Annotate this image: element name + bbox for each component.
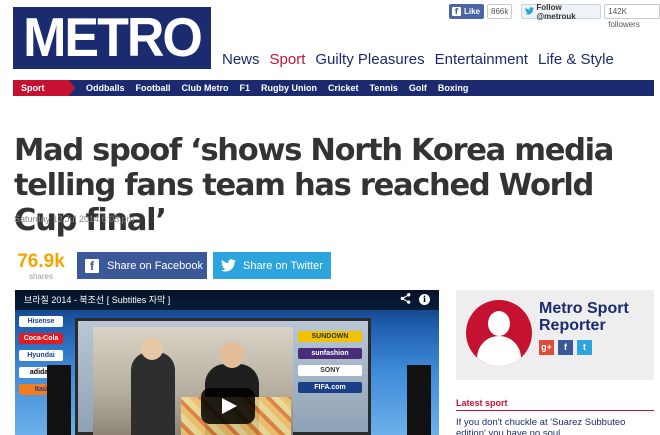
facebook-icon: f xyxy=(452,7,461,16)
subnav-tennis[interactable]: Tennis xyxy=(370,83,398,93)
video-speaker xyxy=(47,365,71,435)
video-title[interactable]: 브라질 2014 - 북조선 [ Subtitles 자막 ] xyxy=(15,290,439,310)
facebook-icon[interactable]: f xyxy=(558,340,573,355)
sub-nav: Sport Oddballs Football Club Metro F1 Ru… xyxy=(13,80,654,96)
subnav-rugby-union[interactable]: Rugby Union xyxy=(261,83,317,93)
author-social-icons: g+ f t xyxy=(539,340,596,355)
subnav-cricket[interactable]: Cricket xyxy=(328,83,359,93)
main-nav: News Sport Guilty Pleasures Entertainmen… xyxy=(222,51,624,68)
nav-entertainment[interactable]: Entertainment xyxy=(435,51,528,68)
metro-logo[interactable]: METRO xyxy=(13,7,211,69)
share-facebook-button[interactable]: f Share on Facebook xyxy=(77,252,207,279)
twitter-icon[interactable]: t xyxy=(577,340,592,355)
nav-guilty-pleasures[interactable]: Guilty Pleasures xyxy=(315,51,424,68)
logo-text: METRO xyxy=(23,7,203,69)
subnav-football[interactable]: Football xyxy=(136,83,171,93)
avatar xyxy=(466,300,532,366)
social-widgets: f Like 866k Follow @metrouk 142K followe… xyxy=(449,2,660,29)
twitter-bird-icon xyxy=(525,6,535,17)
nav-life-style[interactable]: Life & Style xyxy=(538,51,614,68)
sponsor-logo: Coca-Cola xyxy=(19,333,63,344)
sponsor-logo: SONY xyxy=(298,365,362,376)
facebook-like-label: Like xyxy=(464,7,481,16)
sponsor-logo: SUNDOWN xyxy=(298,331,362,342)
article-dateline: Saturday 12 Jul 2014 6:03 pm xyxy=(14,214,135,224)
nav-sport[interactable]: Sport xyxy=(270,51,306,68)
facebook-icon: f xyxy=(85,258,99,273)
google-plus-icon[interactable]: g+ xyxy=(539,340,554,355)
twitter-bird-icon xyxy=(221,259,237,272)
avatar-head xyxy=(488,311,510,336)
twitter-follow-button[interactable]: Follow @metrouk xyxy=(521,2,602,21)
share-twitter-button[interactable]: Share on Twitter xyxy=(213,252,331,279)
video-player[interactable]: Hisense Coca-Cola Hyundai adidas Itaú SU… xyxy=(15,290,439,435)
share-count-label: shares xyxy=(28,272,53,281)
video-person-head xyxy=(141,338,163,360)
latest-sport-item[interactable]: If you don't chuckle at 'Suarez Subbuteo… xyxy=(456,417,654,435)
facebook-like-count: 866k xyxy=(487,4,513,19)
subnav-golf[interactable]: Golf xyxy=(409,83,427,93)
subnav-f1[interactable]: F1 xyxy=(240,83,251,93)
video-speaker xyxy=(407,365,431,435)
share-icon[interactable] xyxy=(400,293,411,307)
facebook-like-button[interactable]: f Like xyxy=(449,4,485,19)
share-count-number: 76.9k xyxy=(17,251,65,272)
subnav-boxing[interactable]: Boxing xyxy=(438,83,469,93)
video-person-head xyxy=(220,342,244,368)
sponsor-logo: sunfashion xyxy=(298,348,362,359)
share-facebook-label: Share on Facebook xyxy=(107,259,204,272)
nav-news[interactable]: News xyxy=(222,51,260,68)
video-sponsor-board: SUNDOWN sunfashion SONY FIFA.com xyxy=(298,331,362,399)
info-icon[interactable]: i xyxy=(419,294,430,305)
section-label[interactable]: Sport xyxy=(13,80,75,96)
latest-sport-header: Latest sport xyxy=(456,398,654,411)
video-person xyxy=(131,352,175,435)
sponsor-logo: Hyundai xyxy=(19,350,63,361)
subnav-oddballs[interactable]: Oddballs xyxy=(86,83,125,93)
author-box: Metro Sport Reporter g+ f t xyxy=(456,290,654,380)
sponsor-logo: FIFA.com xyxy=(298,382,362,393)
twitter-followers-count: 142K followers xyxy=(604,4,660,29)
author-name[interactable]: Metro Sport Reporter xyxy=(539,300,649,334)
share-count: 76.9k shares xyxy=(14,251,68,282)
avatar-body xyxy=(477,336,521,366)
play-button[interactable] xyxy=(201,388,255,424)
share-twitter-label: Share on Twitter xyxy=(243,259,323,272)
latest-sport: Latest sport If you don't chuckle at 'Su… xyxy=(456,398,654,435)
subnav-club-metro[interactable]: Club Metro xyxy=(182,83,229,93)
sponsor-logo: Hisense xyxy=(19,316,63,327)
twitter-follow-label: Follow @metrouk xyxy=(536,2,576,21)
